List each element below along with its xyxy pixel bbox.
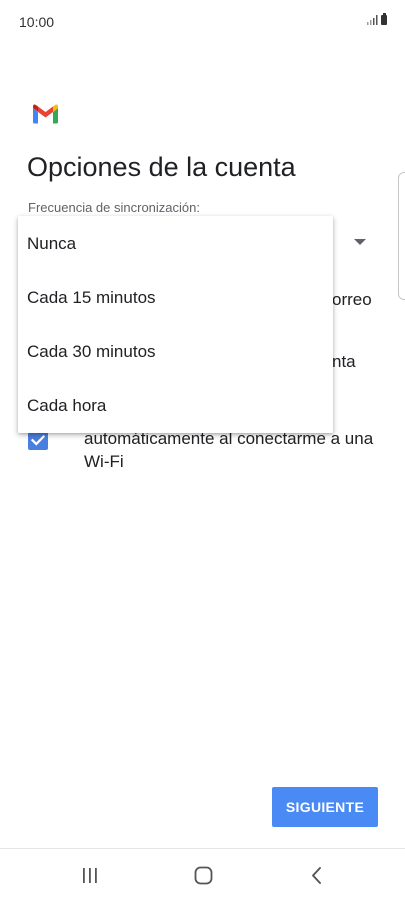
status-bar: 10:00 (0, 0, 405, 46)
status-icons (367, 13, 387, 25)
battery-icon (381, 13, 387, 25)
dropdown-arrow-icon[interactable] (354, 239, 366, 245)
menu-item-30-min[interactable]: Cada 30 minutos (18, 325, 333, 379)
home-icon[interactable] (193, 863, 215, 887)
wifi-attachments-checkbox[interactable] (28, 430, 48, 450)
status-time: 10:00 (19, 14, 55, 30)
scroll-handle[interactable] (398, 172, 405, 300)
next-button[interactable]: SIGUIENTE (272, 787, 378, 827)
signal-icon (367, 15, 378, 25)
sync-frequency-menu: Nunca Cada 15 minutos Cada 30 minutos Ca… (18, 216, 333, 433)
wifi-attachments-label: automáticamente al conectarme a una Wi-F… (84, 429, 374, 471)
obscured-text-fragment: orreo (332, 290, 372, 309)
menu-item-15-min[interactable]: Cada 15 minutos (18, 271, 333, 325)
obscured-text-fragment: nta (332, 352, 356, 371)
sync-frequency-label: Frecuencia de sincronización: (28, 200, 200, 215)
navigation-bar (0, 848, 405, 902)
menu-item-hourly[interactable]: Cada hora (18, 379, 333, 433)
checkmark-icon (30, 435, 46, 446)
recent-apps-icon[interactable] (80, 863, 100, 887)
page-title: Opciones de la cuenta (27, 152, 296, 182)
gmail-logo-icon (33, 104, 58, 124)
menu-item-never[interactable]: Nunca (18, 217, 333, 271)
back-icon[interactable] (309, 863, 325, 887)
